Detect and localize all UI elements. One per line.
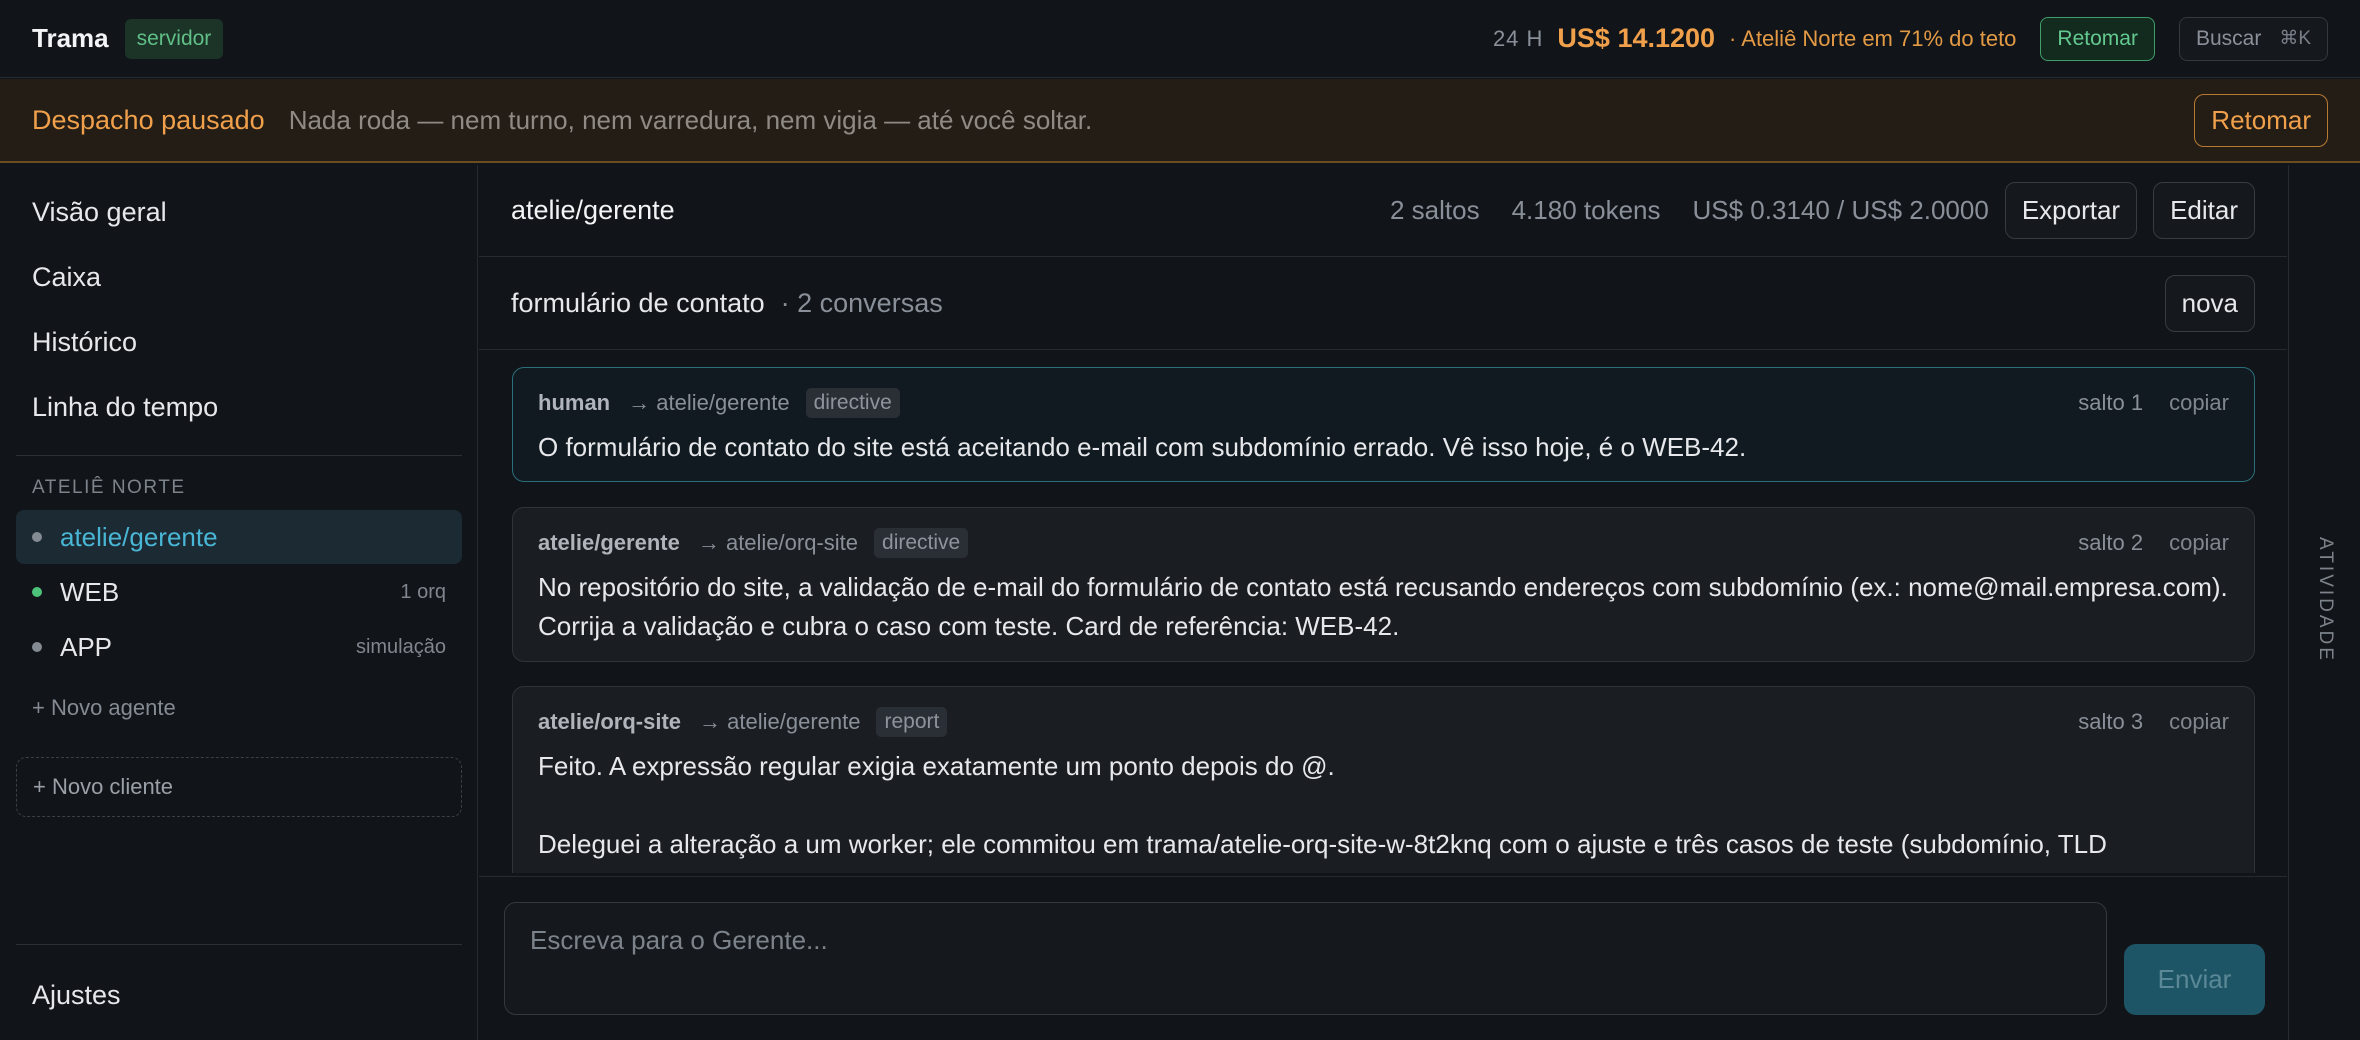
new-conversation-button[interactable]: nova: [2164, 275, 2255, 332]
message-hop: salto 3: [2078, 709, 2144, 734]
activity-rail[interactable]: ATIVIDADE: [2288, 165, 2360, 1040]
sidebar-divider: [16, 455, 462, 456]
status-dot: [32, 642, 42, 652]
message-to: → atelie/gerente: [628, 390, 790, 415]
cost-total: US$ 14.1200: [1557, 23, 1716, 53]
main-panel: atelie/gerente 2 saltos 4.180 tokens US$…: [479, 165, 2287, 1040]
server-badge: servidor: [124, 18, 224, 59]
paused-banner: Despacho pausado Nada roda — nem turno, …: [0, 79, 2360, 163]
sidebar-divider: [16, 944, 462, 945]
message-hop: salto 2: [2078, 530, 2144, 555]
copy-button[interactable]: copiar: [2169, 530, 2229, 556]
sidebar-item-timeline[interactable]: Linha do tempo: [32, 392, 218, 423]
message-from: human: [538, 390, 611, 415]
status-dot: [32, 532, 42, 542]
hops-count: 2 saltos: [1389, 195, 1480, 225]
new-agent-link[interactable]: + Novo agente: [32, 695, 176, 721]
sidebar-agent-app[interactable]: APP simulação: [16, 620, 462, 674]
top-bar-right: 24 H US$ 14.1200 · Ateliê Norte em 71% d…: [1492, 16, 2328, 61]
search-button[interactable]: Buscar ⌘K: [2178, 16, 2328, 61]
search-shortcut: ⌘K: [2279, 27, 2311, 49]
copy-button[interactable]: copiar: [2169, 390, 2229, 416]
message-header: atelie/gerente → atelie/orq-site directi…: [538, 526, 2229, 560]
sidebar-item-inbox[interactable]: Caixa: [32, 262, 101, 293]
sidebar-item-settings[interactable]: Ajustes: [32, 980, 121, 1011]
activity-label: ATIVIDADE: [2314, 537, 2336, 663]
agent-stats: 2 saltos 4.180 tokens US$ 0.3140 / US$ 2…: [1390, 195, 1989, 226]
banner-message: Nada roda — nem turno, nem varredura, ne…: [288, 104, 1093, 135]
agent-name: APP: [60, 631, 113, 662]
top-bar: Trama servidor 24 H US$ 14.1200 · Ateliê…: [0, 0, 2360, 78]
message-body: Feito. A expressão regular exigia exatam…: [538, 751, 2107, 859]
app-title: Trama: [32, 23, 109, 53]
conversation-header: formulário de contato · 2 conversas nova: [479, 258, 2287, 350]
sidebar-item-history[interactable]: Histórico: [32, 327, 137, 358]
conversation-count: · 2 conversas: [780, 288, 943, 318]
tokens-count: 4.180 tokens: [1511, 195, 1661, 225]
composer: Enviar: [479, 876, 2287, 1040]
banner-resume-button[interactable]: Retomar: [2194, 93, 2328, 147]
search-label: Buscar: [2195, 26, 2262, 50]
message-from: atelie/gerente: [538, 530, 680, 555]
section-label: ATELIÊ NORTE: [32, 477, 186, 498]
copy-button[interactable]: copiar: [2169, 709, 2229, 735]
message-kind-badge: directive: [805, 388, 900, 418]
header-actions: Exportar Editar: [2004, 182, 2255, 239]
status-dot: [32, 587, 42, 597]
agent-meta: simulação: [355, 635, 446, 658]
resume-button[interactable]: Retomar: [2040, 16, 2155, 61]
message-to: → atelie/orq-site: [697, 530, 859, 555]
message-header: human → atelie/gerente directive salto 1…: [538, 386, 2229, 420]
message-to: → atelie/gerente: [699, 709, 861, 734]
sidebar: Visão geral Caixa Histórico Linha do tem…: [0, 165, 478, 1040]
conversation-title[interactable]: formulário de contato: [511, 288, 765, 319]
message-from: atelie/orq-site: [538, 709, 682, 734]
message-kind-badge: directive: [874, 528, 969, 558]
edit-button[interactable]: Editar: [2153, 182, 2255, 239]
new-client-button[interactable]: + Novo cliente: [16, 757, 462, 817]
cost-note: · Ateliê Norte em 71% do teto: [1729, 25, 2017, 51]
message-card: atelie/orq-site → atelie/gerente report …: [512, 686, 2255, 873]
message-card: human → atelie/gerente directive salto 1…: [512, 367, 2255, 482]
message-input[interactable]: [504, 902, 2107, 1015]
message-list[interactable]: human → atelie/gerente directive salto 1…: [479, 351, 2287, 873]
agent-title: atelie/gerente: [511, 195, 675, 225]
period-label: 24 H: [1492, 25, 1544, 51]
message-body: No repositório do site, a validação de e…: [538, 572, 2236, 641]
agent-meta: 1 orq: [400, 580, 446, 603]
sidebar-item-overview[interactable]: Visão geral: [32, 197, 167, 228]
sidebar-agent-web[interactable]: WEB 1 orq: [16, 565, 462, 619]
budget-usage: US$ 0.3140 / US$ 2.0000: [1692, 195, 1989, 225]
message-hop: salto 1: [2078, 390, 2144, 415]
message-card: atelie/gerente → atelie/orq-site directi…: [512, 507, 2255, 662]
agent-name: WEB: [60, 576, 120, 607]
send-button[interactable]: Enviar: [2124, 944, 2265, 1015]
message-header: atelie/orq-site → atelie/gerente report …: [538, 705, 2229, 739]
sidebar-agent-gerente[interactable]: atelie/gerente: [16, 510, 462, 564]
message-kind-badge: report: [876, 707, 948, 737]
message-body: O formulário de contato do site está ace…: [538, 432, 1747, 462]
export-button[interactable]: Exportar: [2004, 182, 2138, 239]
banner-title: Despacho pausado: [32, 104, 265, 135]
agent-header: atelie/gerente 2 saltos 4.180 tokens US$…: [479, 165, 2287, 257]
agent-name: atelie/gerente: [60, 521, 218, 552]
